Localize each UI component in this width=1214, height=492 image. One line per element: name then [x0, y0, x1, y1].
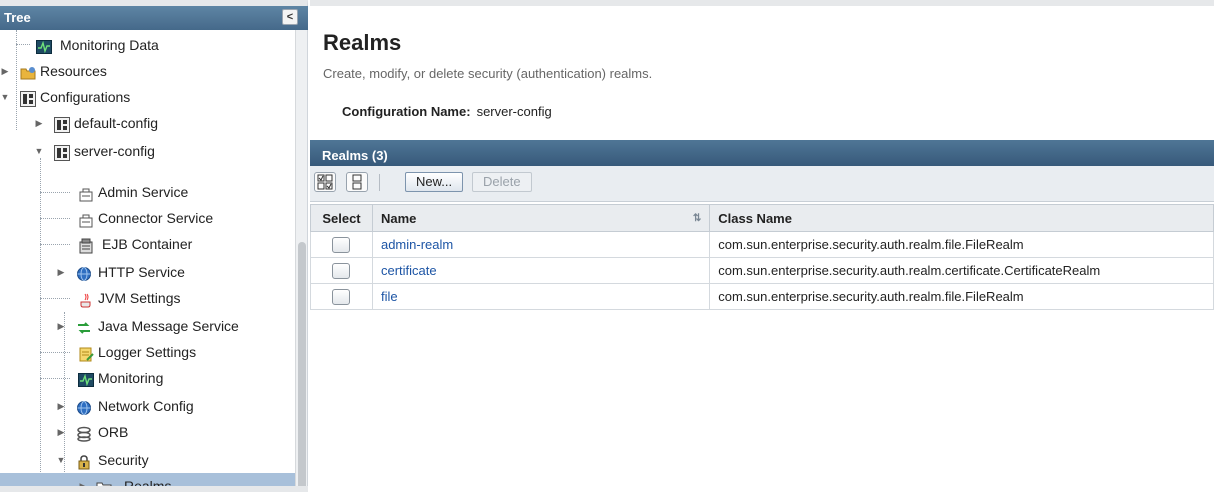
realms-table: Select Name ⇅ Class Name admin-realm com…: [310, 204, 1214, 310]
tree-item-http-service[interactable]: ▶ HTTP Service: [0, 259, 295, 285]
config-icon: [54, 115, 70, 133]
row-checkbox[interactable]: [332, 262, 351, 279]
tree-header: Tree <: [0, 6, 308, 30]
expand-icon[interactable]: ▶: [56, 259, 66, 285]
tree-item-connector-service[interactable]: Connector Service: [0, 205, 295, 231]
realm-class-name: com.sun.enterprise.security.auth.realm.f…: [709, 283, 1214, 310]
main-content: Realms Create, modify, or delete securit…: [310, 0, 1214, 486]
tree-item-server-config[interactable]: ▼ server-config: [0, 138, 295, 164]
configuration-name-row: Configuration Name: server-config: [342, 104, 552, 119]
expand-icon[interactable]: ▶: [56, 313, 66, 339]
tree-item-java-message-service[interactable]: ▶ Java Message Service: [0, 313, 295, 339]
folder-icon: [96, 478, 112, 486]
configuration-name-label: Configuration Name:: [342, 104, 471, 119]
column-header-select: Select: [310, 204, 373, 232]
sort-icon[interactable]: ⇅: [693, 213, 701, 224]
realm-name-link[interactable]: certificate: [381, 263, 437, 278]
table-title: Realms (3): [322, 148, 388, 163]
resources-icon: [20, 63, 36, 80]
deselect-all-icon: [352, 174, 362, 190]
realm-name-link[interactable]: file: [381, 289, 398, 304]
tree-item-resources[interactable]: ▶ Resources: [0, 58, 295, 84]
select-all-button[interactable]: [314, 172, 336, 192]
ejb-container-icon: [78, 236, 94, 254]
globe-icon: [76, 398, 92, 415]
collapse-icon[interactable]: ▼: [0, 84, 10, 110]
service-icon: [78, 210, 94, 228]
expand-icon[interactable]: ▶: [78, 473, 88, 486]
page-title: Realms: [323, 30, 402, 55]
column-header-name-label: Name: [380, 210, 417, 226]
tree-item-configurations[interactable]: ▼ Configurations: [0, 84, 295, 110]
lock-icon: [76, 452, 92, 470]
globe-icon: [76, 264, 92, 281]
config-icon: [20, 89, 36, 107]
expand-icon[interactable]: ▶: [56, 419, 66, 445]
table-header-row: Select Name ⇅ Class Name: [310, 204, 1214, 232]
table-row: certificate com.sun.enterprise.security.…: [310, 257, 1214, 284]
tree-panel: Tree < Monitoring Data ▶ Resources ▼ Con…: [0, 0, 308, 492]
tree-item-default-config[interactable]: ▶ default-config: [0, 110, 295, 136]
table-row: admin-realm com.sun.enterprise.security.…: [310, 231, 1214, 258]
collapse-icon[interactable]: ▼: [34, 138, 44, 164]
navigation-tree: Monitoring Data ▶ Resources ▼ Configurat…: [0, 30, 295, 486]
page-description: Create, modify, or delete security (auth…: [323, 66, 653, 81]
tree-item-logger-settings[interactable]: Logger Settings: [0, 339, 295, 365]
monitor-icon: [36, 37, 52, 54]
expand-icon[interactable]: ▶: [56, 393, 66, 419]
tree-item-jvm-settings[interactable]: JVM Settings: [0, 285, 295, 311]
tree-title: Tree: [4, 10, 31, 25]
realm-class-name: com.sun.enterprise.security.auth.realm.c…: [709, 257, 1214, 284]
config-icon: [54, 143, 70, 161]
tree-item-admin-service[interactable]: Admin Service: [0, 179, 295, 205]
tree-scrollbar[interactable]: [295, 30, 307, 492]
table-toolbar: New... Delete: [310, 166, 1214, 202]
expand-icon[interactable]: ▶: [34, 110, 44, 136]
tree-item-ejb-container[interactable]: EJB Container: [0, 231, 295, 257]
tree-item-monitoring[interactable]: Monitoring: [0, 365, 295, 391]
delete-realm-button[interactable]: Delete: [472, 172, 532, 192]
tree-item-network-config[interactable]: ▶ Network Config: [0, 393, 295, 419]
column-header-name[interactable]: Name ⇅: [371, 204, 711, 232]
row-checkbox[interactable]: [332, 236, 351, 253]
tree-scrollbar-thumb[interactable]: [298, 242, 306, 492]
tree-item-realms[interactable]: ▶ Realms: [0, 473, 295, 486]
tree-item-orb[interactable]: ▶ ORB: [0, 419, 295, 445]
expand-icon[interactable]: ▶: [0, 58, 10, 84]
messaging-icon: [76, 318, 92, 334]
collapse-icon[interactable]: ▼: [56, 447, 66, 473]
toolbar-separator: [379, 174, 380, 191]
select-all-icon: [317, 174, 333, 190]
deselect-all-button[interactable]: [346, 172, 368, 192]
realm-name-link[interactable]: admin-realm: [381, 237, 453, 252]
row-checkbox[interactable]: [332, 288, 351, 305]
tree-bottom-border: [0, 486, 308, 492]
column-header-class-name: Class Name: [709, 204, 1214, 232]
service-icon: [78, 184, 94, 202]
table-title-bar: Realms (3): [310, 140, 1214, 166]
new-realm-button[interactable]: New...: [405, 172, 464, 192]
orb-icon: [76, 424, 92, 442]
configuration-name-value: server-config: [476, 104, 552, 119]
realm-class-name: com.sun.enterprise.security.auth.realm.f…: [709, 231, 1214, 258]
logger-icon: [78, 344, 94, 362]
java-icon: [78, 290, 94, 308]
collapse-tree-button[interactable]: <: [282, 9, 298, 25]
tree-item-security[interactable]: ▼ Security: [0, 447, 295, 473]
table-row: file com.sun.enterprise.security.auth.re…: [310, 283, 1214, 310]
tree-item-monitoring-data[interactable]: Monitoring Data: [0, 32, 295, 58]
monitor-icon: [78, 370, 94, 387]
